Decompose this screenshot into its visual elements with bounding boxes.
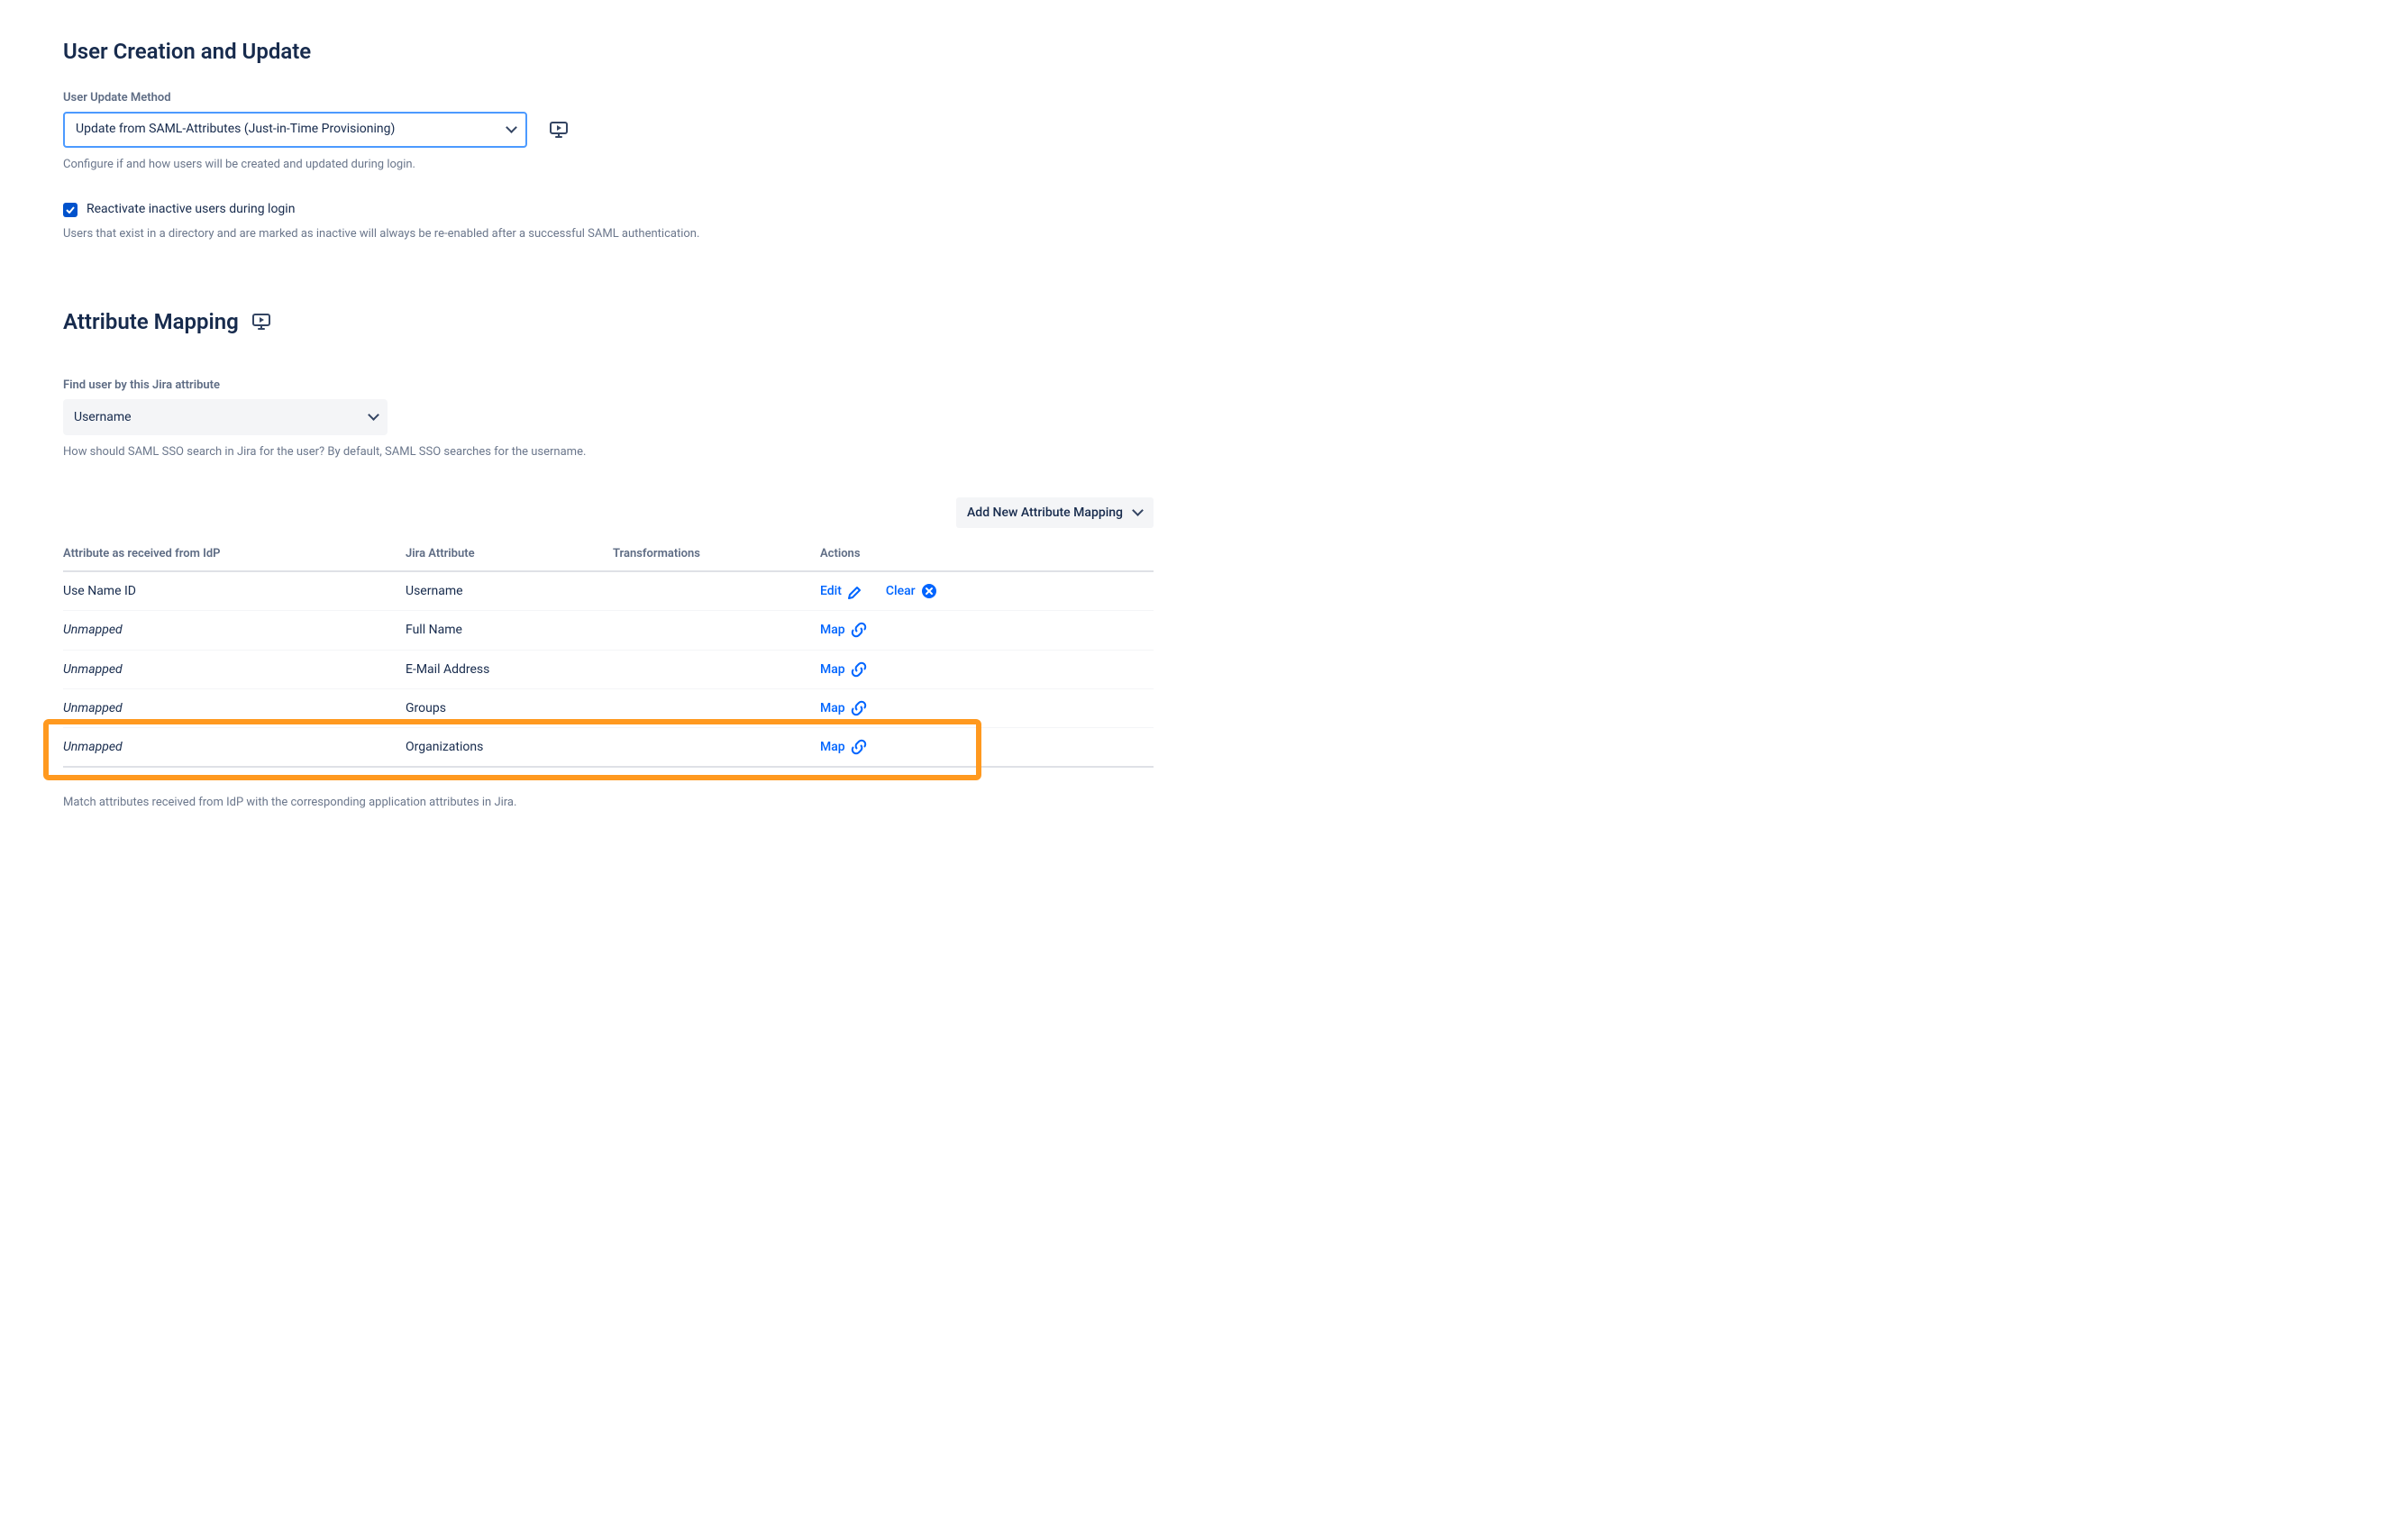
user-update-method-label: User Update Method (63, 90, 1154, 107)
link-icon (851, 700, 867, 716)
screen-play-icon[interactable] (550, 121, 568, 139)
attribute-mapping-footer-help: Match attributes received from IdP with … (63, 795, 1154, 812)
cell-jira: Organizations (406, 728, 613, 768)
map-action-label: Map (820, 699, 845, 717)
add-new-attribute-mapping-button[interactable]: Add New Attribute Mapping (956, 497, 1154, 528)
reactivate-checkbox[interactable] (63, 203, 78, 217)
cell-jira: Username (406, 571, 613, 611)
table-row: UnmappedOrganizations Map (63, 728, 1154, 768)
map-action[interactable]: Map (820, 621, 867, 639)
user-update-method-help: Configure if and how users will be creat… (63, 157, 1154, 174)
link-icon (851, 622, 867, 638)
find-user-help: How should SAML SSO search in Jira for t… (63, 444, 1154, 461)
col-header-transformations: Transformations (613, 537, 820, 571)
user-update-method-value: Update from SAML-Attributes (Just-in-Tim… (76, 120, 395, 138)
cell-transformations (613, 728, 820, 768)
col-header-idp: Attribute as received from IdP (63, 537, 406, 571)
clear-icon (921, 583, 937, 599)
add-new-attribute-mapping-label: Add New Attribute Mapping (967, 504, 1123, 522)
reactivate-checkbox-label: Reactivate inactive users during login (87, 200, 295, 218)
attribute-mapping-title-text: Attribute Mapping (63, 306, 239, 338)
table-row: Use Name IDUsername Edit Clear (63, 571, 1154, 611)
cell-idp: Unmapped (63, 611, 406, 650)
cell-actions: Map (820, 728, 1154, 768)
find-user-value: Username (74, 408, 132, 426)
clear-action-label: Clear (886, 582, 916, 600)
cell-actions: Map (820, 688, 1154, 727)
section-user-creation-title: User Creation and Update (63, 36, 1154, 68)
pencil-icon (847, 583, 863, 599)
edit-action[interactable]: Edit (820, 582, 863, 600)
table-row: UnmappedGroups Map (63, 688, 1154, 727)
link-icon (851, 661, 867, 678)
map-action[interactable]: Map (820, 738, 867, 756)
cell-jira: Groups (406, 688, 613, 727)
chevron-down-icon (369, 413, 379, 422)
chevron-down-icon (507, 125, 516, 134)
link-icon (851, 739, 867, 755)
cell-idp: Unmapped (63, 728, 406, 768)
col-header-actions: Actions (820, 537, 1154, 571)
cell-transformations (613, 688, 820, 727)
cell-jira: E-Mail Address (406, 650, 613, 688)
col-header-jira: Jira Attribute (406, 537, 613, 571)
edit-action-label: Edit (820, 582, 842, 600)
cell-transformations (613, 611, 820, 650)
attribute-mapping-table: Attribute as received from IdP Jira Attr… (63, 537, 1154, 768)
cell-actions: Map (820, 650, 1154, 688)
map-action[interactable]: Map (820, 660, 867, 679)
cell-actions: Map (820, 611, 1154, 650)
map-action-label: Map (820, 660, 845, 679)
cell-idp: Use Name ID (63, 571, 406, 611)
cell-actions: Edit Clear (820, 571, 1154, 611)
cell-transformations (613, 650, 820, 688)
table-row: UnmappedE-Mail Address Map (63, 650, 1154, 688)
table-row: UnmappedFull Name Map (63, 611, 1154, 650)
cell-transformations (613, 571, 820, 611)
clear-action[interactable]: Clear (886, 582, 937, 600)
screen-play-icon[interactable] (252, 313, 270, 331)
map-action-label: Map (820, 738, 845, 756)
user-update-method-select[interactable]: Update from SAML-Attributes (Just-in-Tim… (63, 112, 527, 148)
map-action[interactable]: Map (820, 699, 867, 717)
map-action-label: Map (820, 621, 845, 639)
cell-idp: Unmapped (63, 650, 406, 688)
cell-jira: Full Name (406, 611, 613, 650)
find-user-select[interactable]: Username (63, 399, 388, 435)
chevron-down-icon (1134, 508, 1143, 517)
cell-idp: Unmapped (63, 688, 406, 727)
section-attribute-mapping-title: Attribute Mapping (63, 306, 270, 338)
find-user-label: Find user by this Jira attribute (63, 378, 1154, 395)
reactivate-help: Users that exist in a directory and are … (63, 226, 1154, 243)
